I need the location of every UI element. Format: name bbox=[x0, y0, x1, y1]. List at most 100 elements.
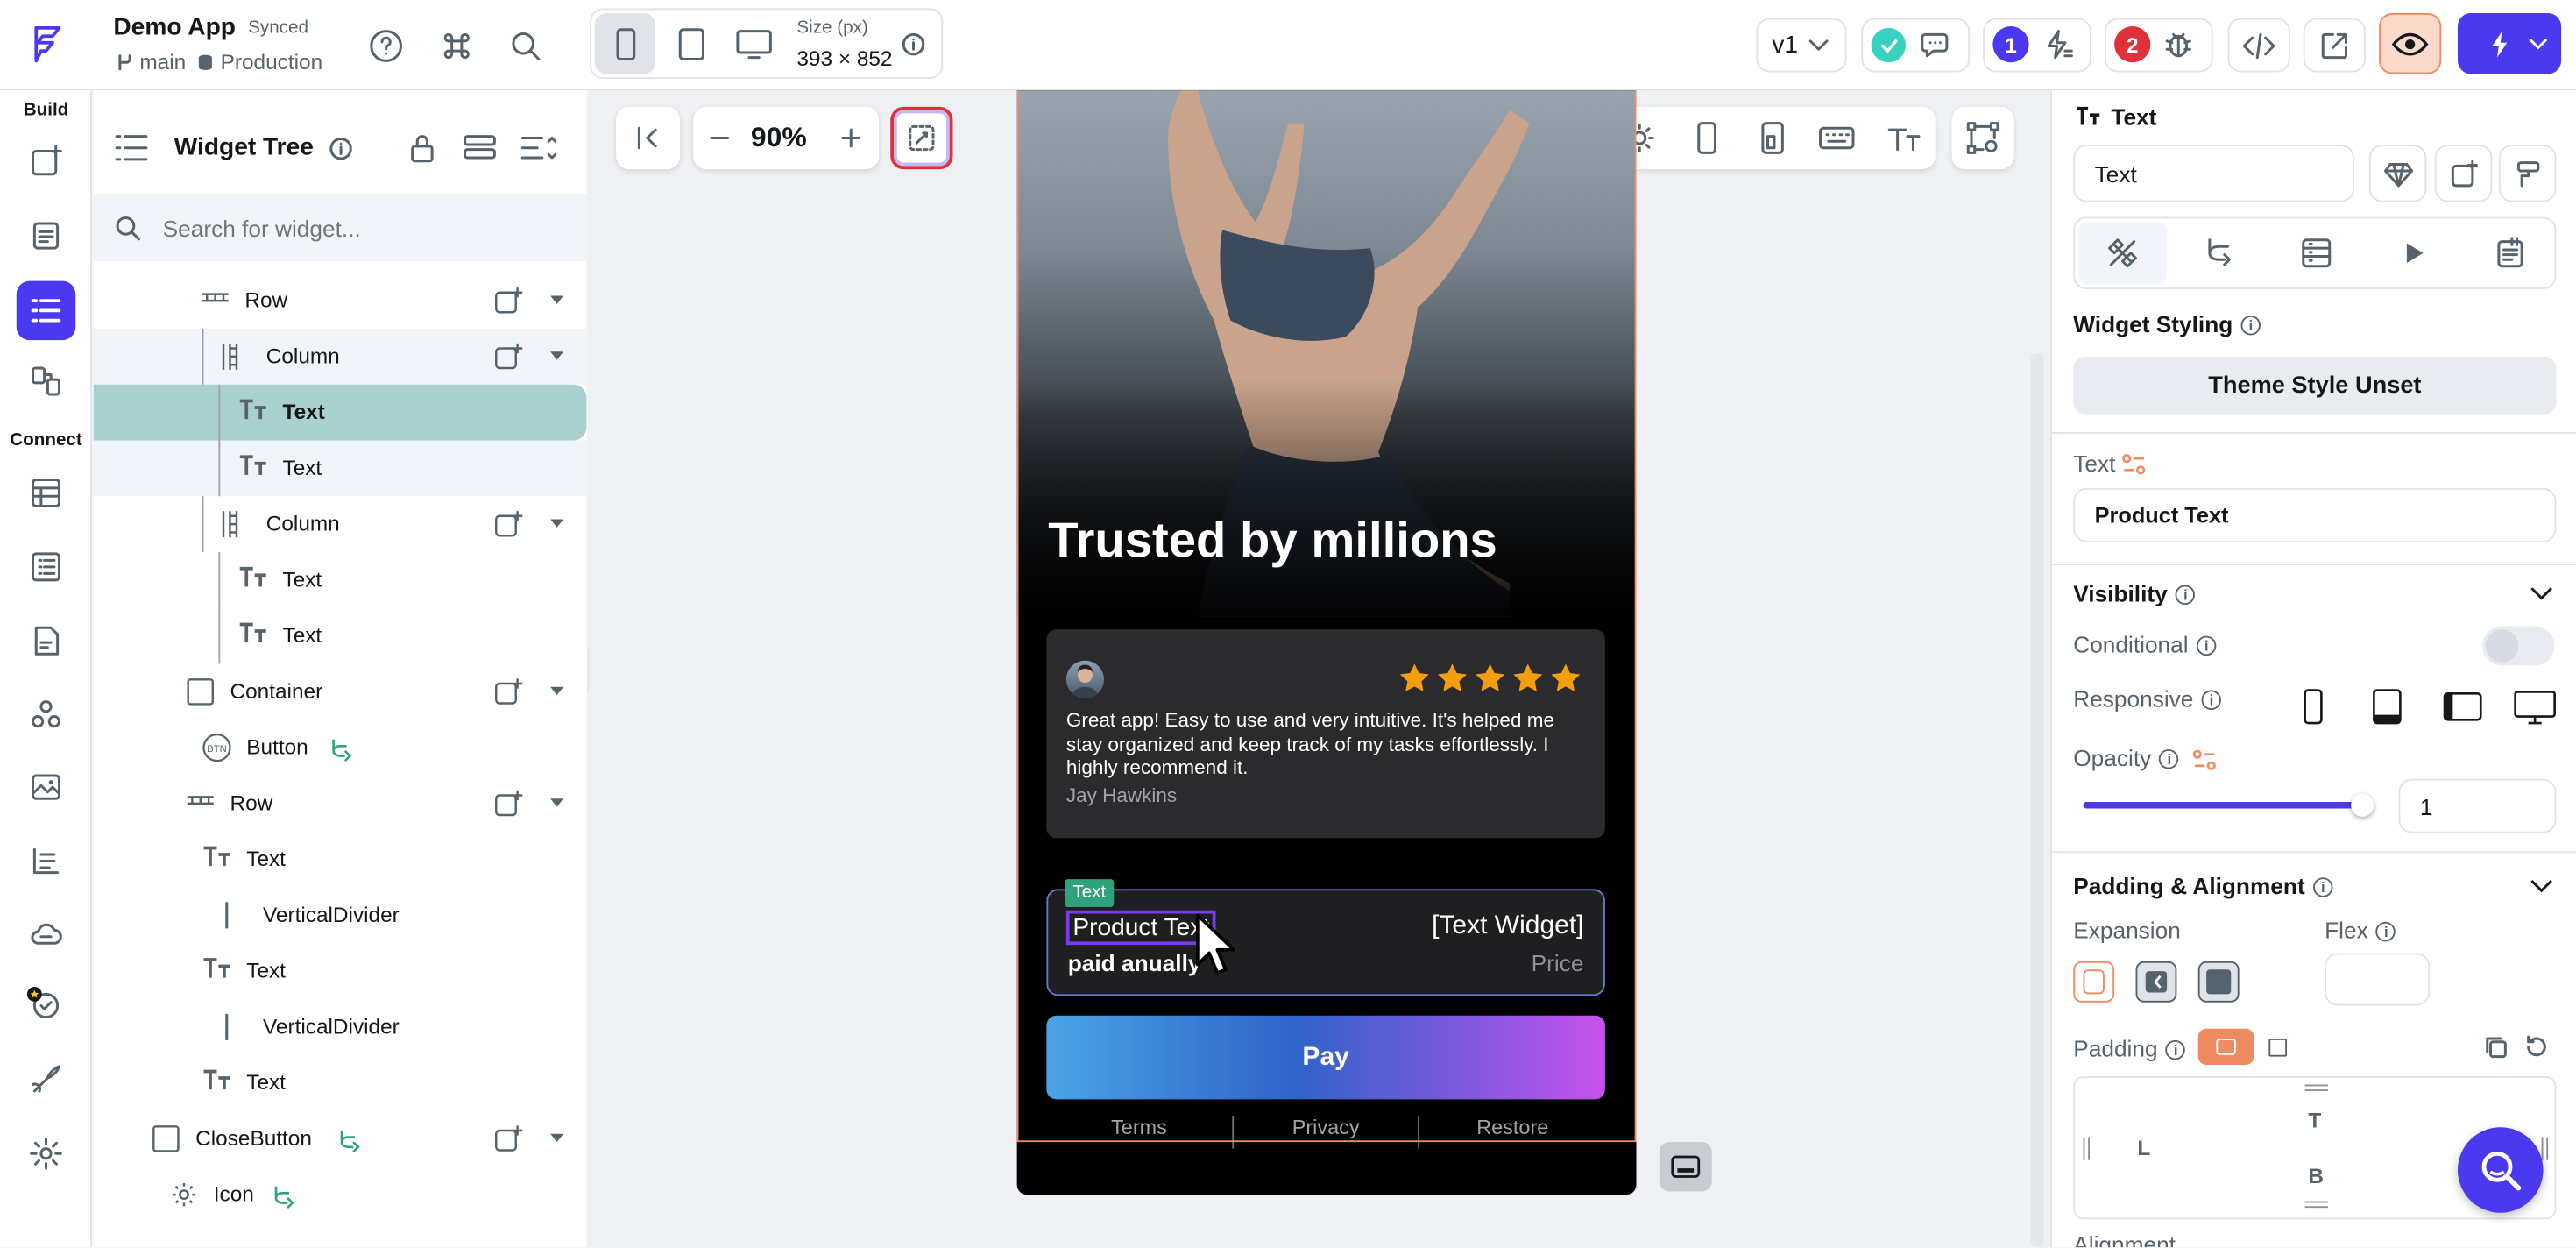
copy-icon[interactable] bbox=[2482, 1033, 2509, 1060]
search-input[interactable] bbox=[162, 209, 557, 249]
phone-device-button[interactable] bbox=[594, 13, 656, 74]
tree-item-container[interactable]: Container bbox=[94, 664, 587, 720]
comments-icon[interactable] bbox=[1917, 25, 1957, 64]
search-icon[interactable] bbox=[505, 25, 548, 67]
layout-inspector-button[interactable] bbox=[1951, 106, 2014, 170]
info-icon[interactable]: i bbox=[2376, 922, 2396, 942]
tree-item-text[interactable]: Text bbox=[94, 832, 587, 888]
add-child-icon[interactable] bbox=[493, 1123, 527, 1156]
storyboard-icon[interactable] bbox=[20, 355, 73, 408]
canvas-scrollbar[interactable] bbox=[2030, 353, 2044, 1248]
lightning-issues-icon[interactable] bbox=[2037, 25, 2077, 64]
bug-icon[interactable] bbox=[2159, 25, 2198, 64]
zoom-level[interactable]: 90% bbox=[751, 122, 807, 155]
desktop-device-button[interactable] bbox=[723, 13, 783, 74]
code-view-icon[interactable] bbox=[2227, 18, 2290, 73]
tree-item-text[interactable]: Text bbox=[94, 1055, 587, 1111]
tree-item-column[interactable]: Column bbox=[94, 496, 587, 552]
padding-bottom-handle[interactable] bbox=[2304, 1201, 2328, 1209]
responsive-desktop-icon[interactable] bbox=[2514, 691, 2557, 727]
tree-item-verticaldivider[interactable]: VerticalDivider bbox=[94, 888, 587, 944]
info-icon[interactable]: i bbox=[2176, 585, 2196, 606]
price-widget[interactable]: [Text Widget] bbox=[1432, 912, 1583, 942]
chevron-down-icon[interactable] bbox=[550, 519, 564, 528]
info-icon[interactable]: i bbox=[2159, 749, 2180, 770]
variable-binding-icon[interactable] bbox=[2121, 452, 2148, 479]
help-icon[interactable] bbox=[364, 25, 407, 67]
data-schema-icon[interactable] bbox=[20, 467, 73, 520]
ai-select-button[interactable] bbox=[890, 106, 953, 170]
tab-actions[interactable] bbox=[2176, 222, 2264, 284]
add-child-icon[interactable] bbox=[493, 787, 527, 820]
size-info-icon[interactable] bbox=[901, 32, 927, 58]
tab-documentation[interactable] bbox=[2466, 222, 2554, 284]
responsive-tablet-icon[interactable] bbox=[2373, 689, 2403, 725]
padding-top-label[interactable]: T bbox=[2308, 1108, 2321, 1132]
padding-individual-button[interactable] bbox=[2259, 1029, 2295, 1065]
padding-right-handle[interactable] bbox=[2541, 1137, 2549, 1160]
zoom-out-button[interactable] bbox=[700, 118, 740, 158]
bottom-bar-toggle[interactable] bbox=[1659, 1142, 1712, 1192]
add-child-icon[interactable] bbox=[493, 340, 527, 373]
add-widget-icon[interactable] bbox=[2434, 145, 2493, 202]
api-calls-icon[interactable] bbox=[20, 614, 73, 667]
add-child-icon[interactable] bbox=[493, 507, 527, 541]
text-styles-icon[interactable] bbox=[20, 835, 73, 888]
chevron-down-icon[interactable] bbox=[550, 1133, 564, 1143]
padding-chevron-icon[interactable] bbox=[2529, 877, 2555, 894]
version-selector[interactable]: v1 bbox=[1756, 18, 1847, 73]
tree-item-text[interactable]: Text bbox=[94, 607, 587, 664]
check-status-icon[interactable] bbox=[1871, 27, 1906, 63]
info-icon[interactable]: i bbox=[2196, 636, 2217, 656]
expansion-flexible-button[interactable] bbox=[2135, 961, 2177, 1003]
visibility-chevron-icon[interactable] bbox=[2529, 585, 2555, 602]
responsive-phone-icon[interactable] bbox=[2302, 689, 2325, 725]
size-value[interactable]: 393 × 852 bbox=[796, 46, 892, 71]
padding-left-label[interactable]: L bbox=[2137, 1136, 2150, 1160]
tree-item-verticaldivider[interactable]: VerticalDivider bbox=[94, 999, 587, 1055]
tree-item-icon[interactable]: Icon bbox=[94, 1166, 587, 1223]
tree-item-text[interactable]: Text bbox=[94, 943, 587, 999]
theme-settings-icon[interactable] bbox=[20, 1053, 73, 1106]
settings-gear-icon[interactable] bbox=[20, 1127, 73, 1180]
terms-link[interactable]: Terms bbox=[1046, 1116, 1234, 1149]
padding-left-handle[interactable] bbox=[2083, 1137, 2090, 1160]
app-name[interactable]: Demo App bbox=[113, 13, 236, 41]
tablet-device-button[interactable] bbox=[661, 13, 721, 74]
product-card[interactable]: Text Product Text paid anually [Text Wid… bbox=[1046, 879, 1605, 996]
format-painter-icon[interactable] bbox=[2498, 145, 2557, 202]
reset-icon[interactable] bbox=[2523, 1033, 2550, 1060]
info-icon[interactable]: i bbox=[2240, 316, 2261, 337]
flutterflow-logo-icon[interactable] bbox=[23, 20, 72, 69]
widget-name-field[interactable]: Text bbox=[2073, 145, 2354, 202]
product-text[interactable]: Product Text bbox=[1065, 910, 1216, 946]
collapse-all-icon[interactable] bbox=[462, 131, 498, 165]
restore-link[interactable]: Restore bbox=[1420, 1116, 1605, 1149]
tab-backend-query[interactable] bbox=[2272, 222, 2360, 284]
info-icon[interactable] bbox=[329, 137, 353, 161]
info-icon[interactable]: i bbox=[2313, 877, 2333, 898]
tree-item-closebutton[interactable]: CloseButton bbox=[94, 1111, 587, 1167]
command-palette-icon[interactable] bbox=[435, 25, 478, 67]
open-external-icon[interactable] bbox=[2303, 18, 2366, 73]
text-scale-icon[interactable] bbox=[1885, 118, 1924, 158]
tree-item-row[interactable]: Row bbox=[94, 776, 587, 832]
cloud-functions-icon[interactable] bbox=[20, 907, 73, 960]
tree-item-column[interactable]: Column bbox=[93, 329, 587, 385]
opacity-binding-icon[interactable] bbox=[2191, 748, 2218, 774]
run-menu-button[interactable] bbox=[2458, 13, 2562, 74]
opacity-slider[interactable] bbox=[2083, 793, 2374, 817]
widget-tree-icon[interactable] bbox=[16, 280, 76, 341]
add-child-icon[interactable] bbox=[493, 284, 527, 317]
tab-properties[interactable] bbox=[2077, 222, 2168, 285]
tree-item-row[interactable]: Row bbox=[94, 273, 587, 329]
expansion-default-button[interactable] bbox=[2073, 961, 2115, 1003]
chevron-down-icon[interactable] bbox=[550, 798, 564, 807]
padding-top-handle[interactable] bbox=[2304, 1084, 2328, 1091]
padding-bottom-label[interactable]: B bbox=[2308, 1164, 2324, 1188]
pay-button[interactable]: Pay bbox=[1046, 1015, 1605, 1100]
price-label[interactable]: Price bbox=[1532, 950, 1584, 976]
conditional-toggle[interactable] bbox=[2482, 626, 2555, 666]
add-child-icon[interactable] bbox=[493, 676, 527, 709]
filter-options-icon[interactable] bbox=[520, 131, 559, 165]
